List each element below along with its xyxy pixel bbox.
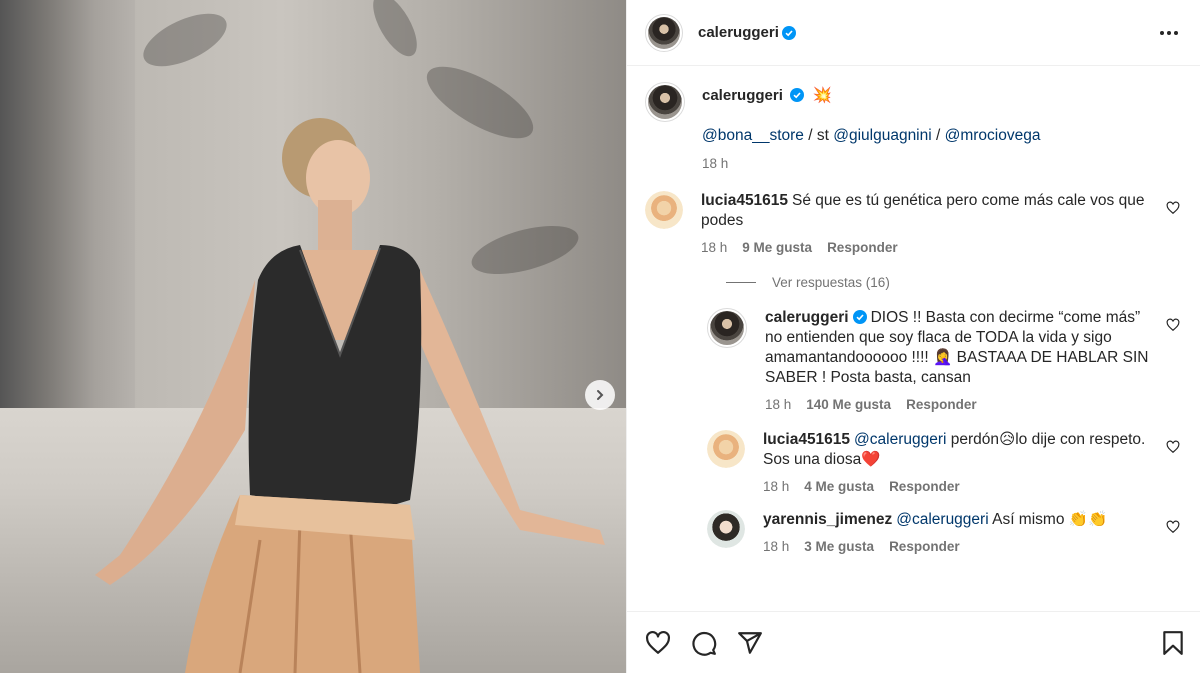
reply-comment: lucia451615 @caleruggeri perdón😥lo dije c… — [707, 430, 1182, 494]
post-caption: caleruggeri 💥 @bona__store / st @giulgua… — [645, 82, 1182, 171]
comment-timestamp[interactable]: 18 h — [763, 539, 789, 554]
commenter-username[interactable]: lucia451615 — [701, 192, 788, 209]
mention-link[interactable]: @caleruggeri — [854, 431, 946, 448]
comment-icon — [692, 631, 717, 656]
post-photo[interactable] — [0, 0, 626, 673]
caption-username[interactable]: caleruggeri — [702, 87, 783, 104]
commenter-avatar[interactable] — [707, 510, 745, 548]
reply-comment: yarennis_jimenez @caleruggeri Así mismo 👏… — [707, 510, 1182, 554]
comment-likes[interactable]: 9 Me gusta — [742, 240, 812, 255]
owner-username[interactable]: caleruggeri — [698, 24, 779, 41]
view-replies-button[interactable]: Ver respuestas (16) — [726, 275, 1182, 290]
caption-avatar[interactable] — [645, 82, 685, 122]
heart-icon[interactable] — [1166, 440, 1180, 454]
comment-text: Así mismo 👏👏 — [988, 511, 1108, 528]
mention-link[interactable]: @mrociovega — [945, 127, 1041, 144]
like-button[interactable] — [645, 630, 671, 656]
woman-figure — [95, 118, 605, 673]
comment-timestamp[interactable]: 18 h — [701, 240, 727, 255]
caption-emoji: 💥 — [812, 87, 832, 104]
post-actions-bar — [627, 611, 1200, 673]
commenter-username[interactable]: caleruggeri — [765, 309, 849, 326]
instagram-post: caleruggeri caleruggeri 💥 @bona__store /… — [0, 0, 1200, 673]
mention-link[interactable]: @giulguagnini — [833, 127, 931, 144]
reply-comment: caleruggeri DIOS !! Basta con decirme “co… — [707, 308, 1182, 412]
commenter-avatar[interactable] — [707, 308, 747, 348]
reply-button[interactable]: Responder — [889, 479, 960, 494]
verified-badge-icon — [790, 88, 805, 102]
next-photo-button[interactable] — [585, 380, 615, 410]
more-options-button[interactable] — [1160, 30, 1178, 35]
owner-avatar[interactable] — [645, 13, 683, 52]
post-side-panel: caleruggeri caleruggeri 💥 @bona__store /… — [626, 0, 1200, 673]
commenter-avatar[interactable] — [645, 191, 683, 229]
commenter-username[interactable]: yarennis_jimenez — [763, 511, 892, 528]
comments-list[interactable]: caleruggeri 💥 @bona__store / st @giulgua… — [627, 66, 1200, 611]
caption-timestamp[interactable]: 18 h — [702, 156, 1152, 171]
comment: lucia451615 Sé que es tú genética pero co… — [645, 191, 1182, 255]
heart-icon[interactable] — [1166, 520, 1180, 534]
caption-text: @bona__store / st @giulguagnini / @mroci… — [702, 127, 1041, 144]
mention-link[interactable]: @caleruggeri — [896, 511, 988, 528]
chevron-right-icon — [597, 390, 604, 400]
heart-icon — [646, 630, 670, 654]
bookmark-icon — [1163, 630, 1183, 655]
mention-link[interactable]: @bona__store — [702, 127, 804, 144]
reply-button[interactable]: Responder — [889, 539, 960, 554]
share-icon — [738, 631, 762, 654]
verified-badge-icon — [781, 25, 796, 40]
reply-button[interactable]: Responder — [827, 240, 898, 255]
comment-likes[interactable]: 4 Me gusta — [804, 479, 874, 494]
heart-icon[interactable] — [1166, 201, 1180, 215]
reply-button[interactable]: Responder — [906, 397, 977, 412]
comment-likes[interactable]: 140 Me gusta — [806, 397, 891, 412]
comment-timestamp[interactable]: 18 h — [763, 479, 789, 494]
more-options-icon — [1160, 30, 1164, 35]
comment-button[interactable] — [691, 630, 717, 656]
save-button[interactable] — [1160, 630, 1186, 656]
comment-likes[interactable]: 3 Me gusta — [804, 539, 874, 554]
verified-badge-icon — [852, 310, 867, 324]
commenter-username[interactable]: lucia451615 — [763, 431, 850, 448]
comment-timestamp[interactable]: 18 h — [765, 397, 791, 412]
post-header: caleruggeri — [627, 0, 1200, 66]
share-button[interactable] — [737, 630, 763, 656]
heart-icon[interactable] — [1166, 318, 1180, 332]
commenter-avatar[interactable] — [707, 430, 745, 468]
